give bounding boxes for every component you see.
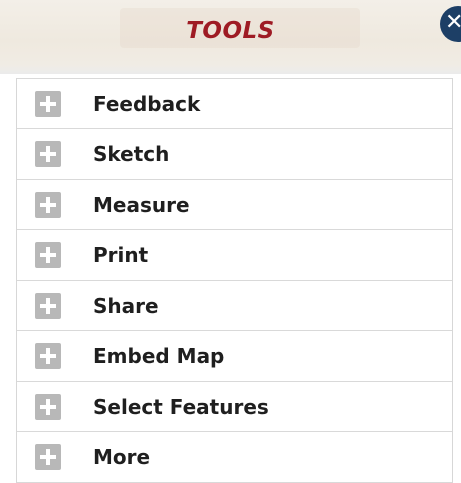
plus-icon <box>35 293 61 319</box>
plus-icon <box>35 394 61 420</box>
tool-item-embed-map[interactable]: Embed Map <box>17 330 452 380</box>
tool-item-sketch[interactable]: Sketch <box>17 128 452 178</box>
plus-icon <box>35 343 61 369</box>
tool-item-label: Select Features <box>93 395 269 419</box>
tool-item-label: Embed Map <box>93 344 225 368</box>
tool-item-label: Measure <box>93 193 190 217</box>
plus-icon <box>35 242 61 268</box>
tool-item-label: Print <box>93 243 149 267</box>
tools-list: Feedback Sketch Measure Print Share Embe… <box>0 78 461 483</box>
tool-item-select-features[interactable]: Select Features <box>17 381 452 431</box>
tool-item-label: Feedback <box>93 92 201 116</box>
tool-item-label: More <box>93 445 151 469</box>
tools-panel: TOOLS ✕ Feedback Sketch Measure Print Sh… <box>0 0 461 483</box>
tool-item-label: Sketch <box>93 142 170 166</box>
panel-title: TOOLS <box>186 18 275 44</box>
tool-item-measure[interactable]: Measure <box>17 179 452 229</box>
tool-item-feedback[interactable]: Feedback <box>17 78 452 128</box>
tools-header: TOOLS ✕ <box>0 0 461 74</box>
tool-item-print[interactable]: Print <box>17 229 452 279</box>
tool-item-share[interactable]: Share <box>17 280 452 330</box>
plus-icon <box>35 141 61 167</box>
plus-icon <box>35 192 61 218</box>
tool-item-more[interactable]: More <box>17 431 452 481</box>
plus-icon <box>35 444 61 470</box>
close-icon: ✕ <box>445 10 461 35</box>
tool-item-label: Share <box>93 294 159 318</box>
plus-icon <box>35 91 61 117</box>
